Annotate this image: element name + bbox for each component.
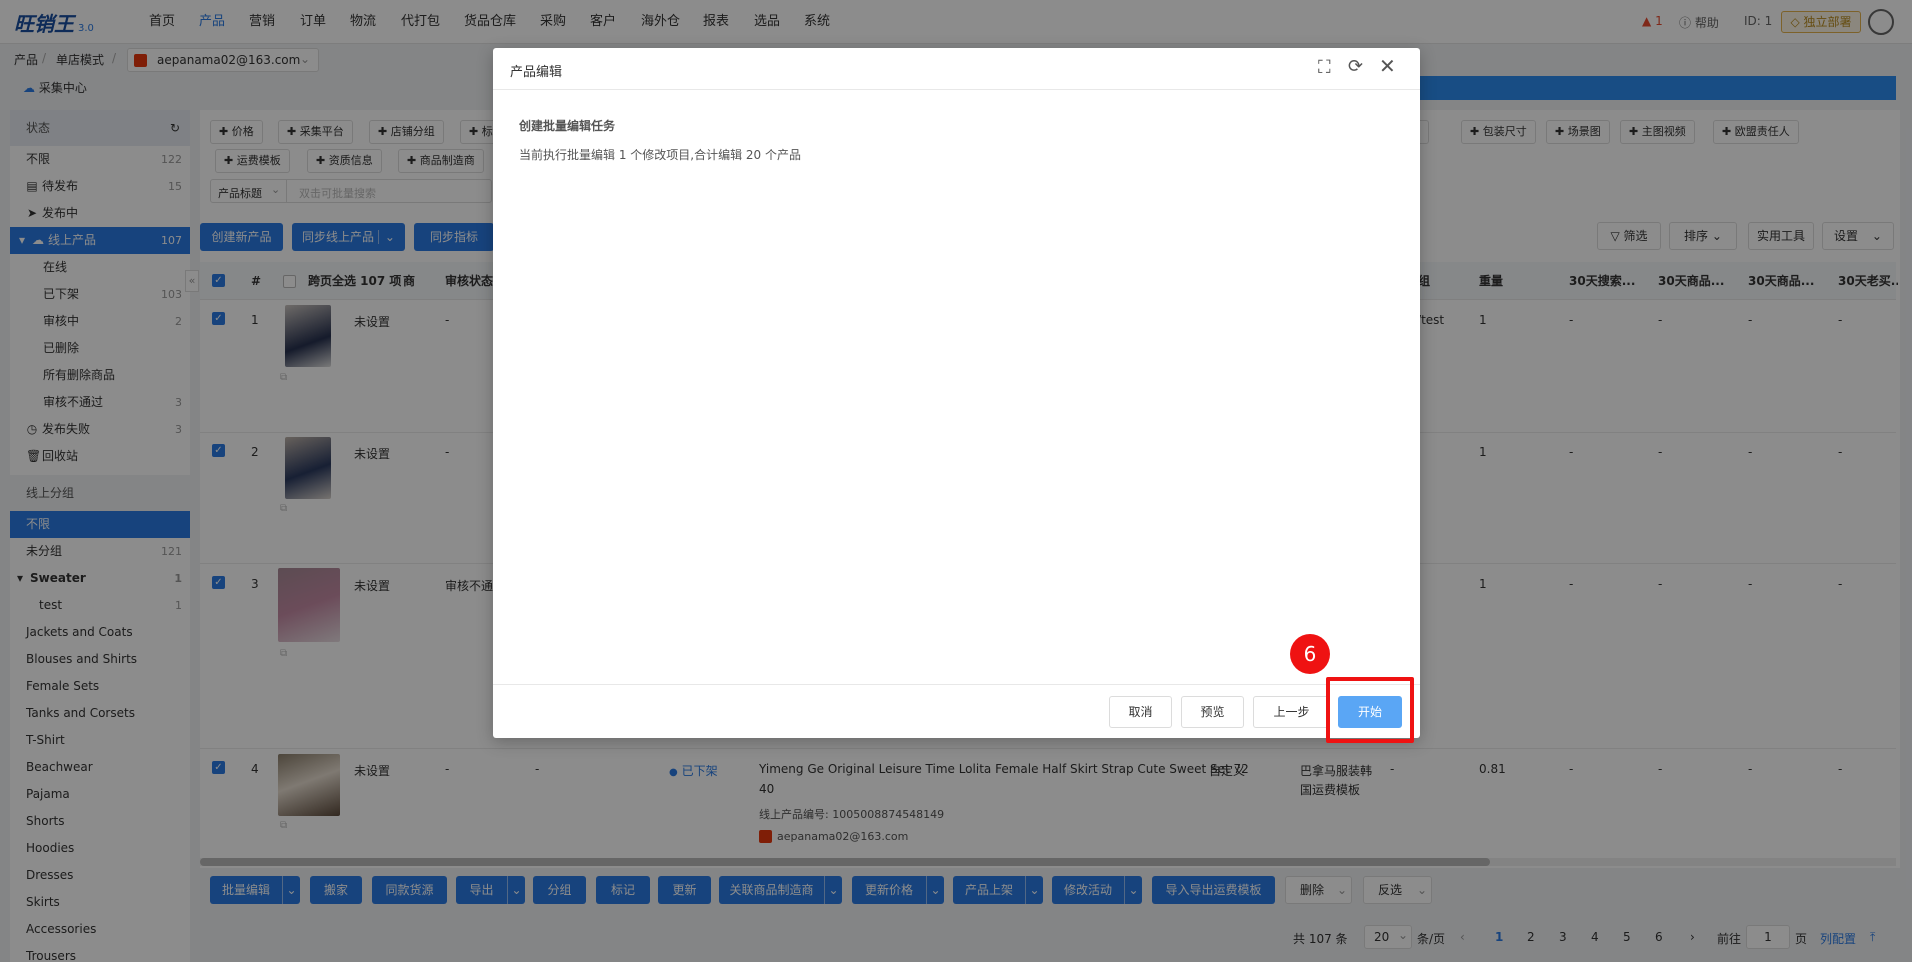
product-edit-modal: 产品编辑 ⛶ ⟳ ✕ 创建批量编辑任务 当前执行批量编辑 1 个修改项目,合计编… [493, 48, 1420, 738]
preview-button[interactable]: 预览 [1181, 696, 1244, 728]
section-title: 创建批量编辑任务 [519, 119, 616, 133]
modal-title: 产品编辑 [510, 65, 563, 80]
highlight-box [1326, 677, 1414, 743]
modal-header [493, 48, 1420, 90]
prev-step-button[interactable]: 上一步 [1253, 696, 1330, 728]
step-badge: 6 [1290, 634, 1330, 674]
fullscreen-icon[interactable]: ⛶ [1318, 57, 1331, 78]
task-description: 当前执行批量编辑 1 个修改项目,合计编辑 20 个产品 [519, 148, 801, 162]
close-icon[interactable]: ✕ [1379, 54, 1396, 78]
cancel-button[interactable]: 取消 [1109, 696, 1172, 728]
modal-footer-divider [493, 684, 1420, 685]
refresh-icon[interactable]: ⟳ [1348, 56, 1363, 77]
